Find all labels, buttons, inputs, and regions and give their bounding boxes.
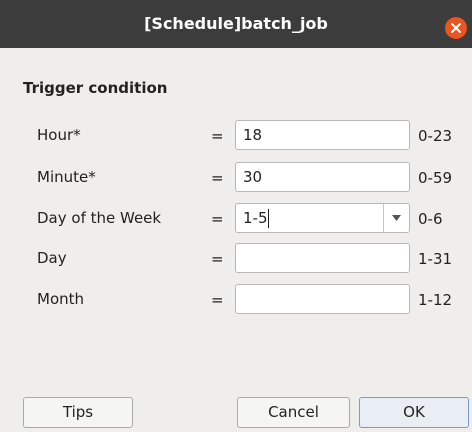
- minute-label: Minute*: [37, 168, 96, 186]
- tips-button[interactable]: Tips: [23, 397, 133, 428]
- month-row: Month = 1-12: [0, 284, 472, 314]
- cancel-button[interactable]: Cancel: [237, 397, 350, 428]
- day-range: 1-31: [418, 250, 453, 268]
- day-input[interactable]: [235, 243, 410, 273]
- equals-sign: =: [211, 127, 224, 145]
- title-bar[interactable]: [Schedule]batch_job: [0, 0, 472, 48]
- month-label: Month: [37, 290, 85, 308]
- hour-input[interactable]: 18: [235, 120, 410, 150]
- day-row: Day = 1-31: [0, 243, 472, 273]
- equals-sign: =: [211, 291, 224, 309]
- hour-row: Hour* = 18 0-23: [0, 120, 472, 150]
- day-of-week-combobox[interactable]: 1-5: [235, 203, 410, 233]
- minute-range: 0-59: [418, 169, 453, 187]
- text-cursor: [268, 209, 269, 228]
- minute-input[interactable]: 30: [235, 162, 410, 192]
- day-of-week-row: Day of the Week = 1-5 0-6: [0, 203, 472, 233]
- hour-range: 0-23: [418, 127, 453, 145]
- month-range: 1-12: [418, 291, 453, 309]
- hour-label: Hour*: [37, 126, 81, 144]
- close-button[interactable]: [445, 17, 467, 39]
- section-title: Trigger condition: [23, 79, 168, 97]
- equals-sign: =: [211, 250, 224, 268]
- equals-sign: =: [211, 169, 224, 187]
- day-of-week-input[interactable]: 1-5: [243, 209, 268, 227]
- ok-button[interactable]: OK: [359, 397, 469, 428]
- close-icon: [451, 23, 461, 33]
- minute-row: Minute* = 30 0-59: [0, 162, 472, 192]
- day-of-week-range: 0-6: [418, 210, 443, 228]
- month-input[interactable]: [235, 284, 410, 314]
- day-of-week-label: Day of the Week: [37, 209, 162, 227]
- dropdown-button[interactable]: [384, 204, 409, 232]
- chevron-down-icon: [392, 215, 401, 221]
- day-label: Day: [37, 249, 67, 267]
- window-title: [Schedule]batch_job: [144, 14, 328, 33]
- schedule-dialog: [Schedule]batch_job Trigger condition Ho…: [0, 0, 472, 432]
- equals-sign: =: [211, 210, 224, 228]
